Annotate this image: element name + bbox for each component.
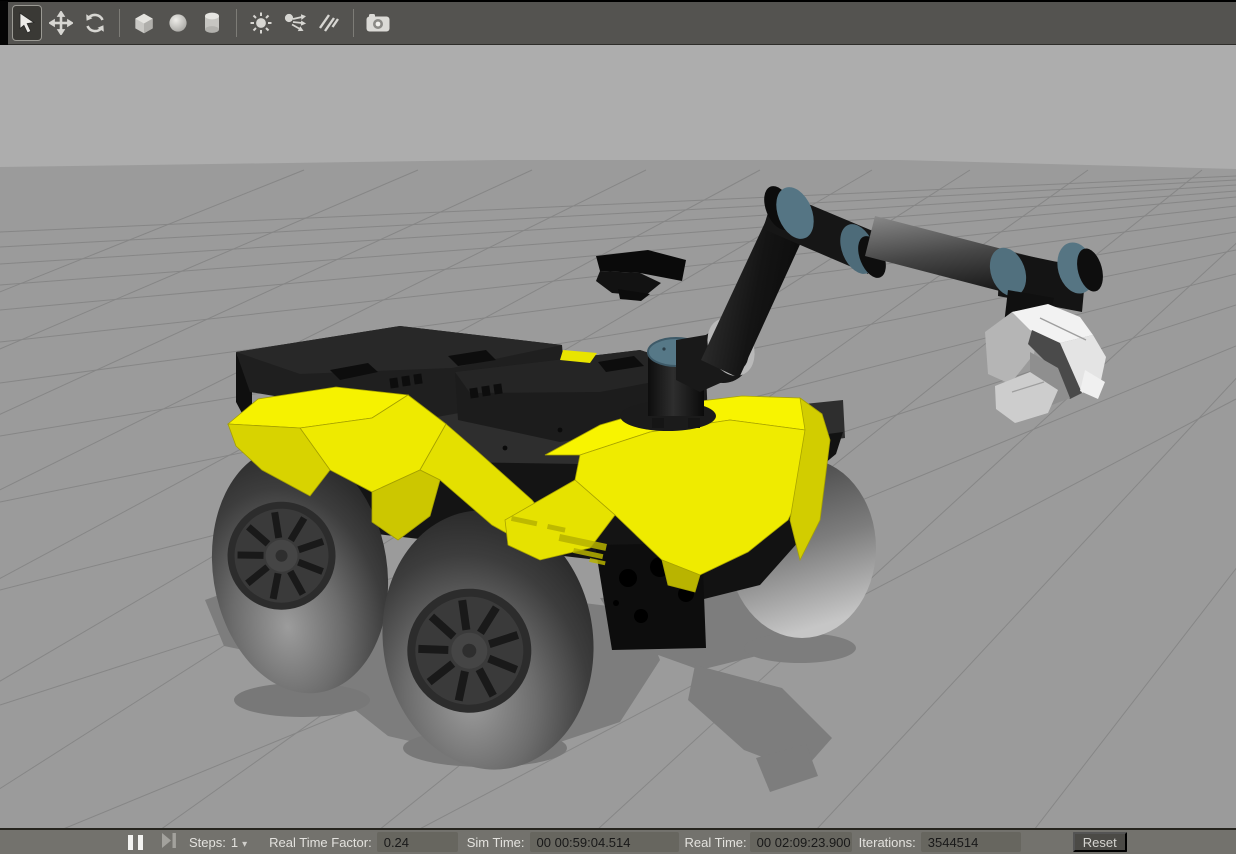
camera-icon xyxy=(364,11,392,35)
iterations-value-box: 3544514 xyxy=(921,832,1021,852)
rtf-value: 0.24 xyxy=(384,835,409,850)
box-shape-icon xyxy=(131,10,157,36)
screenshot-button[interactable] xyxy=(363,5,393,41)
steps-label: Steps: xyxy=(189,835,226,850)
insert-sphere-button[interactable] xyxy=(163,5,193,41)
directional-light-icon xyxy=(316,11,342,35)
spot-light-button[interactable] xyxy=(280,5,310,41)
step-button[interactable] xyxy=(161,833,177,851)
steps-value[interactable]: 1 xyxy=(231,835,238,850)
cylinder-shape-icon xyxy=(200,10,224,36)
select-tool-button[interactable] xyxy=(12,5,42,41)
window-edge xyxy=(0,1,8,46)
move-arrows-icon xyxy=(49,11,73,35)
real-time-value-box: 00 02:09:23.900 xyxy=(750,832,852,852)
toolbar-separator xyxy=(236,9,237,37)
simulation-statusbar: Steps: 1 ▾ Real Time Factor: 0.24 Sim Ti… xyxy=(0,828,1236,854)
insert-box-button[interactable] xyxy=(129,5,159,41)
real-time-value: 00 02:09:23.900 xyxy=(757,835,851,850)
translate-tool-button[interactable] xyxy=(46,5,76,41)
steps-control[interactable]: Steps: 1 ▾ xyxy=(189,835,247,850)
reset-button[interactable]: Reset xyxy=(1073,832,1127,852)
pause-button[interactable] xyxy=(128,835,143,850)
directional-light-button[interactable] xyxy=(314,5,344,41)
real-time-label: Real Time: xyxy=(685,835,747,850)
pause-icon xyxy=(138,835,143,850)
iterations-value: 3544514 xyxy=(928,835,979,850)
step-forward-icon xyxy=(161,833,177,851)
sim-time-label: Sim Time: xyxy=(467,835,525,850)
point-light-button[interactable] xyxy=(246,5,276,41)
chevron-down-icon[interactable]: ▾ xyxy=(242,839,247,850)
rotate-arrows-icon xyxy=(83,11,107,35)
sim-time-value: 00 00:59:04.514 xyxy=(537,835,631,850)
sphere-shape-icon xyxy=(166,11,190,35)
rtf-value-box: 0.24 xyxy=(377,832,458,852)
gazebo-3d-viewport[interactable] xyxy=(0,45,1236,828)
main-toolbar xyxy=(0,0,1236,45)
iterations-label: Iterations: xyxy=(859,835,916,850)
sun-icon xyxy=(249,11,273,35)
sim-time-value-box: 00 00:59:04.514 xyxy=(530,832,679,852)
toolbar-separator xyxy=(353,9,354,37)
rtf-label: Real Time Factor: xyxy=(269,835,372,850)
spot-light-icon xyxy=(282,11,308,35)
rotate-tool-button[interactable] xyxy=(80,5,110,41)
insert-cylinder-button[interactable] xyxy=(197,5,227,41)
pause-icon xyxy=(128,835,133,850)
toolbar-separator xyxy=(119,9,120,37)
cursor-arrow-icon xyxy=(16,11,38,35)
